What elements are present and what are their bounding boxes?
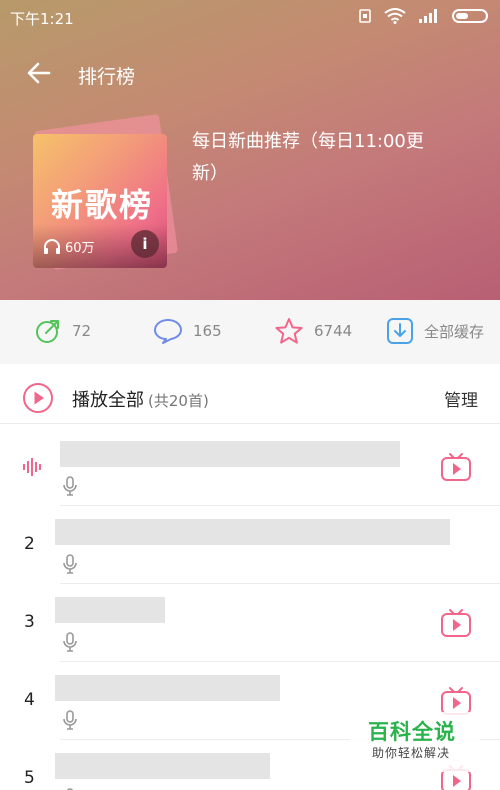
track-title-redacted [55,519,450,545]
tv-play-icon [441,609,471,637]
play-all-bar[interactable]: 播放全部 (共20首) 管理 [0,372,500,424]
track-row[interactable]: 2 [0,506,500,584]
play-count-value: 60万 [65,241,95,256]
back-arrow-icon [27,62,51,84]
favorite-count: 6744 [314,322,353,340]
track-count: (共20首) [148,392,209,410]
share-count: 72 [72,322,92,340]
playlist-description: 每日新曲推荐（每日11:00更新） [192,131,424,184]
wifi-icon [384,8,406,24]
track-title-redacted [55,675,280,701]
cover-image: 新歌榜 60万 i [33,134,167,268]
track-title-redacted [55,597,165,623]
back-button[interactable] [24,58,54,88]
now-playing-icon [23,458,41,476]
play-count: 60万 [43,237,95,256]
play-circle-icon[interactable] [22,382,54,414]
cover-text: 新歌榜 [51,186,154,224]
track-number: 2 [24,534,35,554]
star-icon [275,318,303,344]
watermark-subtitle: 助你轻松解决 [372,746,451,760]
comment-stat[interactable]: 165 [153,317,222,345]
track-artist [62,476,78,496]
track-number: 4 [24,690,35,710]
track-row[interactable] [0,428,500,506]
watermark-title: 百科全说 [368,720,456,744]
favorite-stat[interactable]: 6744 [274,317,352,345]
rotation-lock-icon [359,9,371,23]
watermark: 百科全说 助你轻松解决 [350,712,480,772]
download-all-stat[interactable]: 全部缓存 [386,317,484,345]
status-icons [358,8,488,24]
track-artist [62,554,78,574]
status-bar: 下午1:21 [0,0,500,34]
page-title: 排行榜 [78,66,136,88]
comment-icon [154,319,182,344]
stats-bar: 72 165 6744 全部缓存 [0,300,500,364]
download-icon [387,318,413,344]
manage-button[interactable]: 管理 [444,386,478,411]
play-all-text: 播放全部 [72,390,144,411]
playlist-cover[interactable]: 新歌榜 60万 i [33,113,179,272]
track-row[interactable]: 3 [0,584,500,662]
microphone-icon [63,476,77,496]
share-stat[interactable]: 72 [34,317,91,345]
info-button[interactable]: i [131,230,159,258]
microphone-icon [63,554,77,574]
signal-icon [419,9,437,23]
share-icon [36,320,59,343]
microphone-icon [63,710,77,730]
play-all-label[interactable]: 播放全部 (共20首) [72,386,209,412]
topbar: 排行榜 [0,52,500,92]
playlist-header: 下午1:21 排行榜 新歌榜 60万 i 每日新曲推荐（每日11:00更新） [0,0,500,300]
download-all-label: 全部缓存 [424,322,485,341]
track-title-redacted [60,441,400,467]
mv-button[interactable] [440,608,472,642]
status-time: 下午1:21 [10,10,74,28]
track-number: 3 [24,612,35,632]
battery-icon [452,9,488,23]
track-artist [62,710,78,730]
headphones-icon [44,238,60,254]
mv-button[interactable] [440,452,472,486]
tv-play-icon [441,453,471,481]
track-number: 5 [24,768,35,788]
comment-count: 165 [193,322,222,340]
track-title-redacted [55,753,270,779]
track-artist [62,632,78,652]
microphone-icon [63,632,77,652]
